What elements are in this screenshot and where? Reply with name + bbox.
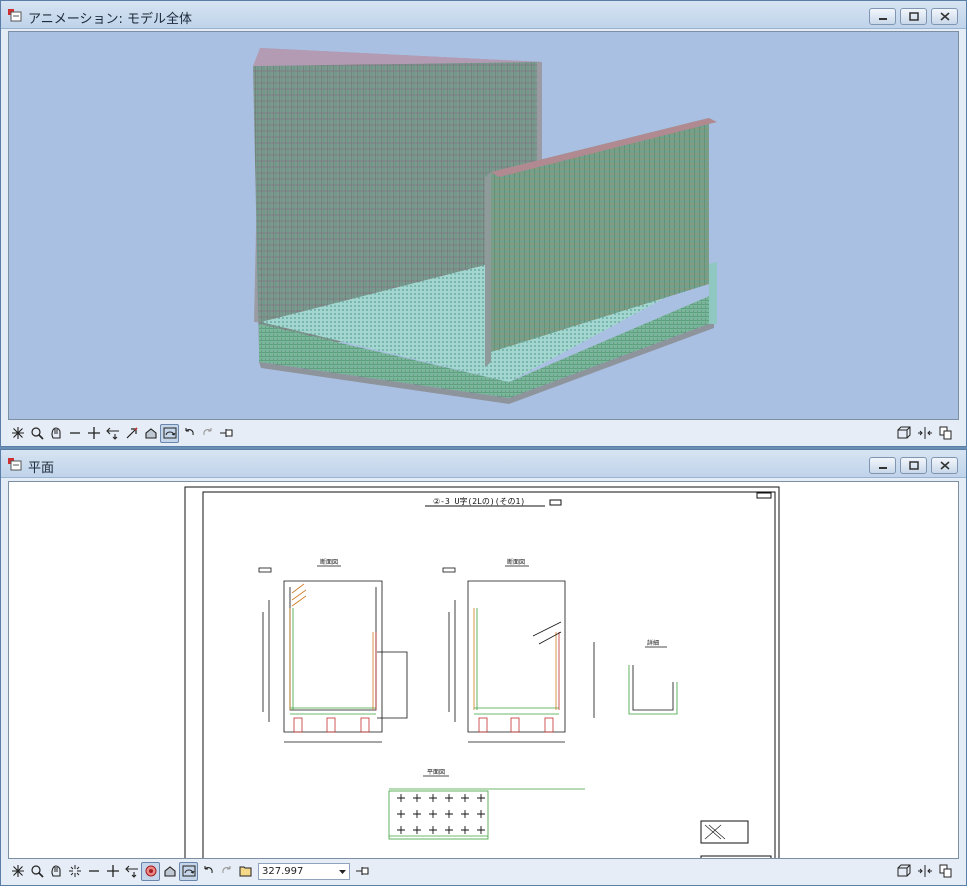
cross-icon bbox=[87, 427, 100, 439]
split-button[interactable] bbox=[915, 423, 934, 442]
title-bar[interactable]: アニメーション: モデル全体 bbox=[1, 1, 966, 29]
copy-icon bbox=[939, 426, 951, 439]
undo-icon bbox=[203, 866, 213, 874]
line-tool-button[interactable] bbox=[65, 424, 84, 443]
pin-button[interactable] bbox=[217, 424, 236, 443]
zoom-level-value: 327.997 bbox=[262, 865, 304, 877]
shade-button[interactable] bbox=[160, 862, 179, 881]
maximize-icon bbox=[908, 12, 919, 21]
split-button[interactable] bbox=[915, 861, 934, 880]
minimize-icon bbox=[878, 17, 887, 20]
close-button[interactable] bbox=[931, 8, 958, 25]
detail-label: 詳細 bbox=[647, 639, 659, 647]
fit-button[interactable] bbox=[8, 424, 27, 443]
window-title: アニメーション: モデル全体 bbox=[28, 12, 192, 27]
target-button[interactable] bbox=[141, 861, 160, 881]
pan-icon bbox=[50, 865, 61, 877]
title-bar[interactable]: 平面 bbox=[1, 450, 966, 478]
zoom-level-combo[interactable]: 327.997 bbox=[258, 862, 350, 880]
drawing-viewport[interactable]: ②-3 U字(2Lの)(その1) 断面図 断面図 詳細 平面図 bbox=[8, 481, 959, 859]
close-button[interactable] bbox=[931, 457, 958, 474]
undo-icon bbox=[184, 428, 194, 436]
fit-icon bbox=[11, 427, 24, 439]
fit-icon bbox=[11, 865, 24, 877]
zoom-icon bbox=[30, 865, 44, 878]
app-icon bbox=[8, 458, 22, 471]
arrow-icon bbox=[124, 865, 138, 878]
section-left-label: 断面図 bbox=[320, 558, 338, 566]
undo-button[interactable] bbox=[179, 424, 198, 443]
redo-icon bbox=[202, 428, 212, 436]
sheet-title: ②-3 U字(2Lの)(その1) bbox=[433, 496, 525, 506]
orbit-button[interactable] bbox=[179, 861, 198, 881]
maximize-button[interactable] bbox=[900, 8, 927, 25]
split-icon bbox=[917, 426, 932, 439]
orbit-icon bbox=[163, 427, 176, 439]
cad-drawing-sheet: ②-3 U字(2Lの)(その1) 断面図 断面図 詳細 平面図 bbox=[184, 486, 780, 858]
window-title: 平面 bbox=[28, 461, 55, 476]
orbit-button[interactable] bbox=[160, 423, 179, 443]
minimize-icon bbox=[878, 466, 887, 469]
viewer-toolbar: 327.997 bbox=[8, 860, 959, 882]
pan-button[interactable] bbox=[46, 424, 65, 443]
maximize-button[interactable] bbox=[900, 457, 927, 474]
close-icon bbox=[939, 461, 950, 470]
redo-button[interactable] bbox=[198, 424, 217, 443]
cross-icon bbox=[106, 865, 119, 877]
view-3d-icon bbox=[897, 426, 910, 438]
app-icon bbox=[8, 9, 22, 22]
fit-button[interactable] bbox=[8, 862, 27, 881]
pan-button[interactable] bbox=[46, 862, 65, 881]
pan-icon bbox=[50, 427, 61, 439]
copy-button[interactable] bbox=[936, 423, 955, 442]
line-tool-button[interactable] bbox=[84, 862, 103, 881]
3d-viewport[interactable] bbox=[8, 31, 959, 420]
cross-tool-button[interactable] bbox=[103, 862, 122, 881]
zoom-button[interactable] bbox=[27, 424, 46, 443]
view-3d-icon bbox=[897, 864, 910, 876]
u-channel-3d-model bbox=[253, 48, 717, 404]
shade-button[interactable] bbox=[141, 424, 160, 443]
redo-icon bbox=[221, 866, 231, 874]
view-3d-button[interactable] bbox=[894, 861, 913, 880]
animation-window: アニメーション: モデル全体 bbox=[0, 0, 967, 447]
rotate-button[interactable] bbox=[122, 424, 141, 443]
open-button[interactable] bbox=[236, 862, 255, 881]
line-icon bbox=[88, 870, 99, 872]
measure-button[interactable] bbox=[122, 862, 141, 881]
measure-button[interactable] bbox=[103, 424, 122, 443]
section-right-label: 断面図 bbox=[507, 558, 525, 566]
split-icon bbox=[917, 864, 932, 877]
close-icon bbox=[939, 12, 950, 21]
zoom-icon bbox=[30, 427, 44, 440]
line-icon bbox=[69, 432, 80, 434]
arrow-icon bbox=[105, 427, 119, 440]
highlight-button[interactable] bbox=[65, 862, 84, 881]
zoom-button[interactable] bbox=[27, 862, 46, 881]
copy-icon bbox=[939, 864, 951, 877]
folder-icon bbox=[239, 866, 251, 877]
target-icon bbox=[145, 865, 156, 877]
rotate-icon bbox=[126, 427, 138, 439]
pin-icon bbox=[355, 867, 369, 875]
minimize-button[interactable] bbox=[869, 457, 896, 474]
viewer-toolbar bbox=[8, 422, 959, 444]
view-3d-button[interactable] bbox=[894, 423, 913, 442]
orbit-icon bbox=[182, 865, 195, 877]
redo-button[interactable] bbox=[217, 862, 236, 881]
plan-window: 平面 ②-3 U字(2Lの)(その1) 断面図 断面図 詳細 平面図 327.9… bbox=[0, 449, 967, 886]
pin-button[interactable] bbox=[353, 862, 372, 881]
maximize-icon bbox=[908, 461, 919, 470]
chevron-down-icon[interactable] bbox=[338, 867, 347, 876]
undo-button[interactable] bbox=[198, 862, 217, 881]
shade-icon bbox=[144, 428, 157, 439]
pin-icon bbox=[219, 429, 233, 437]
copy-button[interactable] bbox=[936, 861, 955, 880]
spark-icon bbox=[68, 865, 81, 877]
plan-label: 平面図 bbox=[427, 769, 445, 776]
minimize-button[interactable] bbox=[869, 8, 896, 25]
cross-tool-button[interactable] bbox=[84, 424, 103, 443]
shade-icon bbox=[163, 866, 176, 877]
